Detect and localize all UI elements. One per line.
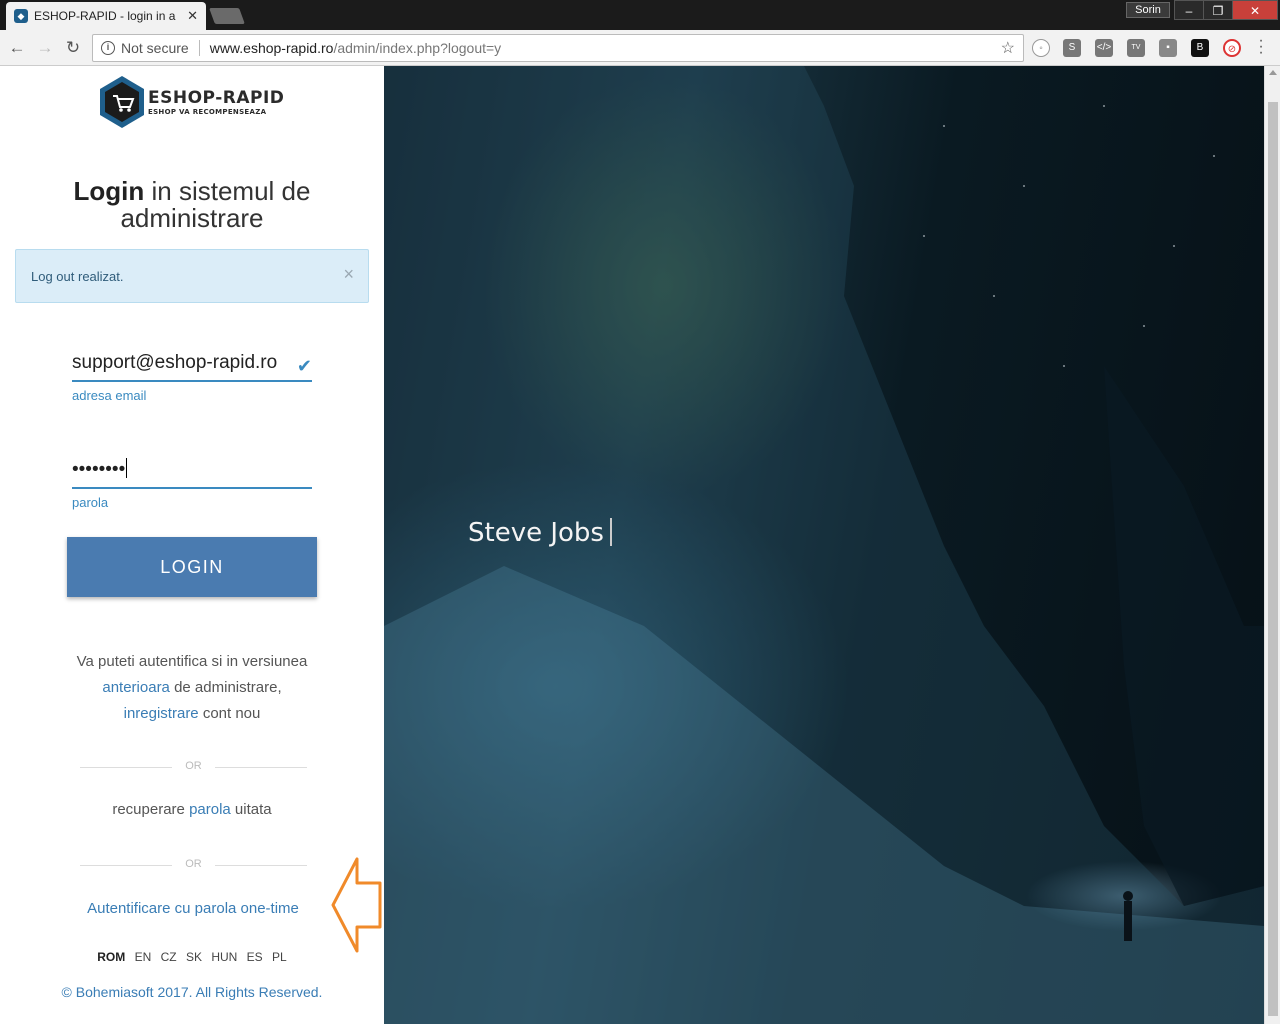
security-label: Not secure	[121, 40, 189, 56]
extension-icon[interactable]: ▪	[1159, 39, 1177, 57]
hero-quote: Steve Jobs	[468, 518, 612, 548]
hero-background-image: Steve Jobs	[384, 66, 1264, 1024]
url-host: www.eshop-rapid.ro	[209, 40, 334, 56]
language-sk[interactable]: SK	[186, 950, 202, 964]
alert-message: Log out realizat.	[31, 269, 124, 284]
logout-alert: Log out realizat. ×	[15, 249, 369, 303]
email-field[interactable]: support@eshop-rapid.ro ✔ adresa email	[72, 348, 312, 403]
close-alert-icon[interactable]: ×	[343, 264, 354, 285]
profile-button[interactable]: Sorin	[1126, 2, 1170, 18]
maximize-button[interactable]: ❐	[1203, 0, 1233, 20]
alternate-login-info: Va puteti autentifica si in versiunea an…	[76, 653, 308, 722]
register-link[interactable]: inregistrare	[124, 705, 199, 722]
browser-titlebar: ◆ ESHOP-RAPID - login in a ✕ Sorin – ❐ ✕	[0, 0, 1280, 30]
brand-logo[interactable]: ESHOP-RAPID ESHOP VA RECOMPENSEAZA	[98, 74, 298, 130]
tv-extension-icon[interactable]: TV	[1127, 39, 1145, 57]
language-es[interactable]: ES	[247, 950, 263, 964]
bookmark-star-icon[interactable]: ☆	[1001, 38, 1015, 58]
page-title: Login in sistemul de administrare	[73, 176, 311, 233]
login-button[interactable]: LOGIN	[67, 537, 317, 597]
page-scrollbar[interactable]	[1264, 66, 1280, 1024]
tab-title: ESHOP-RAPID - login in a	[34, 9, 176, 23]
checkmark-icon: ✔	[296, 356, 312, 376]
language-switcher: ROM EN CZ SK HUN ES PL	[0, 950, 384, 964]
brand-tagline: ESHOP VA RECOMPENSEAZA	[148, 108, 267, 116]
browser-toolbar: ← → ↻ i Not secure www.eshop-rapid.ro/ad…	[0, 30, 1280, 66]
typing-cursor	[609, 518, 612, 546]
password-label: parola	[72, 495, 109, 510]
orange-arrow-annotation-icon	[331, 857, 382, 953]
one-time-password-link[interactable]: Autentificare cu parola one-time	[0, 900, 386, 917]
email-input[interactable]: support@eshop-rapid.ro	[72, 348, 288, 380]
scrollbar-thumb[interactable]	[1268, 102, 1278, 1016]
copyright: © Bohemiasoft 2017. All Rights Reserved.	[61, 984, 323, 1000]
brand-name: ESHOP-RAPID	[148, 88, 285, 108]
language-en[interactable]: EN	[135, 950, 152, 964]
back-icon[interactable]: ←	[6, 38, 28, 58]
recover-password: recuperare parola uitata	[112, 801, 272, 818]
password-field[interactable]: •••••••• parola	[72, 455, 312, 510]
or-divider: OR	[80, 858, 307, 872]
previous-version-link[interactable]: anterioara	[102, 679, 170, 696]
password-input[interactable]: ••••••••	[72, 455, 288, 487]
logo-hexagon-icon	[100, 76, 144, 128]
forward-icon[interactable]: →	[34, 38, 56, 58]
reload-icon[interactable]: ↻	[62, 38, 84, 58]
language-rom[interactable]: ROM	[97, 950, 125, 964]
menu-icon[interactable]: · · ·	[1256, 33, 1266, 61]
extension-icon[interactable]: S	[1063, 39, 1081, 57]
info-icon[interactable]: i	[101, 41, 115, 55]
code-extension-icon[interactable]: </>	[1095, 39, 1113, 57]
bold-extension-icon[interactable]: B	[1191, 39, 1209, 57]
browser-tab[interactable]: ◆ ESHOP-RAPID - login in a ✕	[6, 2, 206, 30]
language-cz[interactable]: CZ	[161, 950, 177, 964]
blocker-extension-icon[interactable]: ⊘	[1223, 39, 1241, 57]
scroll-up-icon[interactable]	[1269, 70, 1277, 75]
language-pl[interactable]: PL	[272, 950, 287, 964]
text-caret	[126, 458, 128, 478]
close-tab-icon[interactable]: ✕	[187, 8, 198, 24]
language-hun[interactable]: HUN	[211, 950, 237, 964]
address-bar[interactable]: i Not secure www.eshop-rapid.ro/admin/in…	[92, 34, 1024, 62]
or-divider: OR	[80, 760, 307, 774]
login-panel: ESHOP-RAPID ESHOP VA RECOMPENSEAZA Login…	[0, 66, 384, 1024]
recover-password-link[interactable]: parola	[189, 801, 231, 818]
extension-icon[interactable]: ◦	[1032, 39, 1050, 57]
email-label: adresa email	[72, 388, 147, 403]
new-tab-button[interactable]	[209, 8, 245, 24]
quote-author: Steve Jobs	[468, 518, 604, 548]
favicon-icon: ◆	[14, 9, 28, 23]
close-window-button[interactable]: ✕	[1232, 0, 1278, 20]
url-path: /admin/index.php?logout=y	[333, 40, 502, 56]
minimize-button[interactable]: –	[1174, 0, 1204, 20]
